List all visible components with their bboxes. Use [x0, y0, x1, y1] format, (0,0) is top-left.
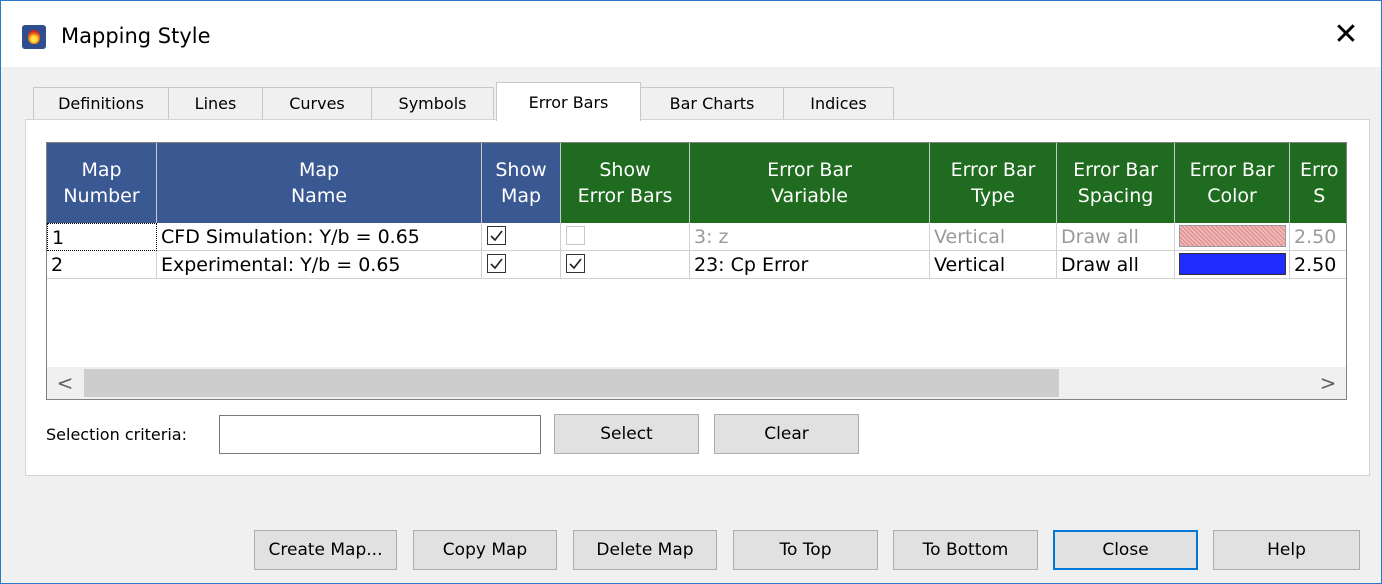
- column-header-error-bar-spacing[interactable]: Error Bar Spacing: [1057, 143, 1175, 223]
- cell-error-bar-size[interactable]: 2.50: [1290, 223, 1346, 251]
- cell-error-bar-variable[interactable]: 3: z: [690, 223, 930, 251]
- to-top-button[interactable]: To Top: [733, 530, 878, 570]
- dialog-title: Mapping Style: [61, 24, 211, 48]
- cell-error-bar-color[interactable]: [1175, 223, 1290, 251]
- column-header-error-bar-variable[interactable]: Error Bar Variable: [690, 143, 930, 223]
- column-header-map-name[interactable]: Map Name: [157, 143, 482, 223]
- column-header-show-error-bars[interactable]: Show Error Bars: [561, 143, 690, 223]
- show-map-checkbox[interactable]: [487, 226, 506, 245]
- cell-show-error-bars[interactable]: [561, 251, 690, 279]
- copy-map-button[interactable]: Copy Map: [413, 530, 557, 570]
- color-swatch[interactable]: [1179, 253, 1286, 275]
- select-button[interactable]: Select: [554, 414, 699, 454]
- color-swatch[interactable]: [1179, 225, 1286, 247]
- scrollbar-thumb[interactable]: [84, 369, 1059, 397]
- column-header-error-bar-size[interactable]: Erro S: [1290, 143, 1346, 223]
- cell-map-number[interactable]: 1: [47, 223, 157, 251]
- mapping-style-dialog: Mapping Style ✕ Definitions Lines Curves…: [0, 0, 1382, 584]
- tab-error-bars[interactable]: Error Bars: [496, 82, 641, 121]
- cell-map-number[interactable]: 2: [47, 251, 157, 279]
- column-header-error-bar-type[interactable]: Error Bar Type: [930, 143, 1057, 223]
- cell-show-map[interactable]: [482, 251, 561, 279]
- column-header-map-number[interactable]: Map Number: [47, 143, 157, 223]
- clear-button[interactable]: Clear: [714, 414, 859, 454]
- close-button[interactable]: Close: [1053, 530, 1198, 570]
- tab-definitions[interactable]: Definitions: [33, 87, 169, 119]
- selection-criteria-input[interactable]: [219, 415, 541, 454]
- column-header-error-bar-color[interactable]: Error Bar Color: [1175, 143, 1290, 223]
- cell-error-bar-variable[interactable]: 23: Cp Error: [690, 251, 930, 279]
- cell-show-map[interactable]: [482, 223, 561, 251]
- cell-error-bar-type[interactable]: Vertical: [930, 223, 1057, 251]
- to-bottom-button[interactable]: To Bottom: [893, 530, 1038, 570]
- cell-error-bar-size[interactable]: 2.50: [1290, 251, 1346, 279]
- close-icon[interactable]: ✕: [1329, 18, 1363, 52]
- horizontal-scrollbar[interactable]: < >: [47, 367, 1346, 399]
- app-logo-icon: [22, 25, 46, 49]
- tab-bar-charts[interactable]: Bar Charts: [640, 87, 784, 119]
- tab-lines[interactable]: Lines: [168, 87, 263, 119]
- show-error-bars-checkbox[interactable]: [566, 254, 585, 273]
- map-style-grid: Map Number Map Name Show Map Show Error …: [46, 142, 1347, 400]
- show-error-bars-checkbox[interactable]: [566, 226, 585, 245]
- cell-map-name[interactable]: Experimental: Y/b = 0.65: [157, 251, 482, 279]
- create-map-button[interactable]: Create Map...: [254, 530, 397, 570]
- delete-map-button[interactable]: Delete Map: [573, 530, 717, 570]
- cell-error-bar-spacing[interactable]: Draw all: [1057, 251, 1175, 279]
- selection-criteria-label: Selection criteria:: [46, 425, 187, 444]
- cell-error-bar-spacing[interactable]: Draw all: [1057, 223, 1175, 251]
- help-button[interactable]: Help: [1213, 530, 1360, 570]
- scroll-left-icon[interactable]: <: [47, 367, 83, 399]
- title-bar: Mapping Style ✕: [1, 1, 1381, 67]
- tab-symbols[interactable]: Symbols: [371, 87, 494, 119]
- cell-show-error-bars[interactable]: [561, 223, 690, 251]
- scroll-right-icon[interactable]: >: [1310, 367, 1346, 399]
- show-map-checkbox[interactable]: [487, 254, 506, 273]
- tab-curves[interactable]: Curves: [262, 87, 372, 119]
- cell-error-bar-type[interactable]: Vertical: [930, 251, 1057, 279]
- cell-map-name[interactable]: CFD Simulation: Y/b = 0.65: [157, 223, 482, 251]
- tab-indices[interactable]: Indices: [783, 87, 894, 119]
- column-header-show-map[interactable]: Show Map: [482, 143, 561, 223]
- cell-error-bar-color[interactable]: [1175, 251, 1290, 279]
